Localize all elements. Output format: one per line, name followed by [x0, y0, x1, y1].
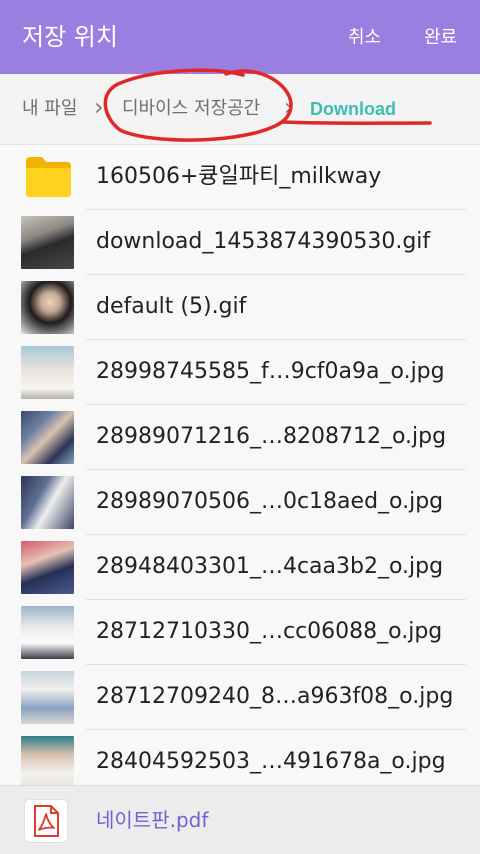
list-item[interactable]: 28948403301_…4caa3b2_o.jpg — [0, 535, 480, 600]
list-item[interactable]: default (5).gif — [0, 275, 480, 340]
list-item[interactable]: 28404592503_…491678a_o.jpg — [0, 730, 480, 785]
chevron-right-icon: › — [284, 93, 294, 121]
image-thumbnail — [21, 606, 74, 659]
image-thumbnail — [21, 346, 74, 399]
image-thumbnail — [21, 281, 74, 334]
list-item[interactable]: 28989071216_…8208712_o.jpg — [0, 405, 480, 470]
cancel-button[interactable]: 취소 — [348, 26, 381, 50]
page-title: 저장 위치 — [22, 23, 118, 51]
list-item[interactable]: 28712709240_8…a963f08_o.jpg — [0, 665, 480, 730]
breadcrumb-item-device-storage[interactable]: 디바이스 저장공간 — [122, 98, 260, 120]
file-name: 28948403301_…4caa3b2_o.jpg — [96, 554, 444, 579]
breadcrumb-item-my-files[interactable]: 내 파일 — [22, 98, 77, 120]
chevron-right-icon: › — [94, 93, 104, 121]
image-thumbnail — [21, 216, 74, 269]
file-name: 28989071216_…8208712_o.jpg — [96, 424, 447, 449]
file-name: 160506+큥일파티_milkway — [96, 164, 382, 189]
breadcrumb-item-download[interactable]: Download — [310, 98, 396, 120]
image-thumbnail — [21, 671, 74, 724]
file-name: download_1453874390530.gif — [96, 229, 431, 254]
file-name: 28989070506_…0c18aed_o.jpg — [96, 489, 444, 514]
list-item[interactable]: 28712710330_…cc06088_o.jpg — [0, 600, 480, 665]
top-app-bar: 저장 위치 취소 완료 — [0, 0, 480, 74]
pdf-icon — [25, 800, 67, 842]
file-name: 28404592503_…491678a_o.jpg — [96, 749, 446, 774]
file-name: 네이트판.pdf — [96, 808, 209, 832]
image-thumbnail — [21, 736, 74, 785]
image-thumbnail — [21, 541, 74, 594]
list-item[interactable]: 28989070506_…0c18aed_o.jpg — [0, 470, 480, 535]
list-item[interactable]: download_1453874390530.gif — [0, 210, 480, 275]
file-name: 28998745585_f…9cf0a9a_o.jpg — [96, 359, 445, 384]
done-button[interactable]: 완료 — [424, 26, 457, 50]
list-item[interactable]: 160506+큥일파티_milkway — [0, 145, 480, 210]
file-name: 28712709240_8…a963f08_o.jpg — [96, 684, 454, 709]
folder-icon — [26, 157, 71, 197]
file-name: 28712710330_…cc06088_o.jpg — [96, 619, 443, 644]
breadcrumb: 내 파일 › 디바이스 저장공간 › Download — [0, 74, 480, 145]
image-thumbnail — [21, 411, 74, 464]
list-item[interactable]: 28998745585_f…9cf0a9a_o.jpg — [0, 340, 480, 405]
file-list[interactable]: 160506+큥일파티_milkway download_14538743905… — [0, 145, 480, 785]
file-name: default (5).gif — [96, 294, 247, 319]
image-thumbnail — [21, 476, 74, 529]
pinned-file-item[interactable]: 네이트판.pdf — [0, 785, 480, 854]
